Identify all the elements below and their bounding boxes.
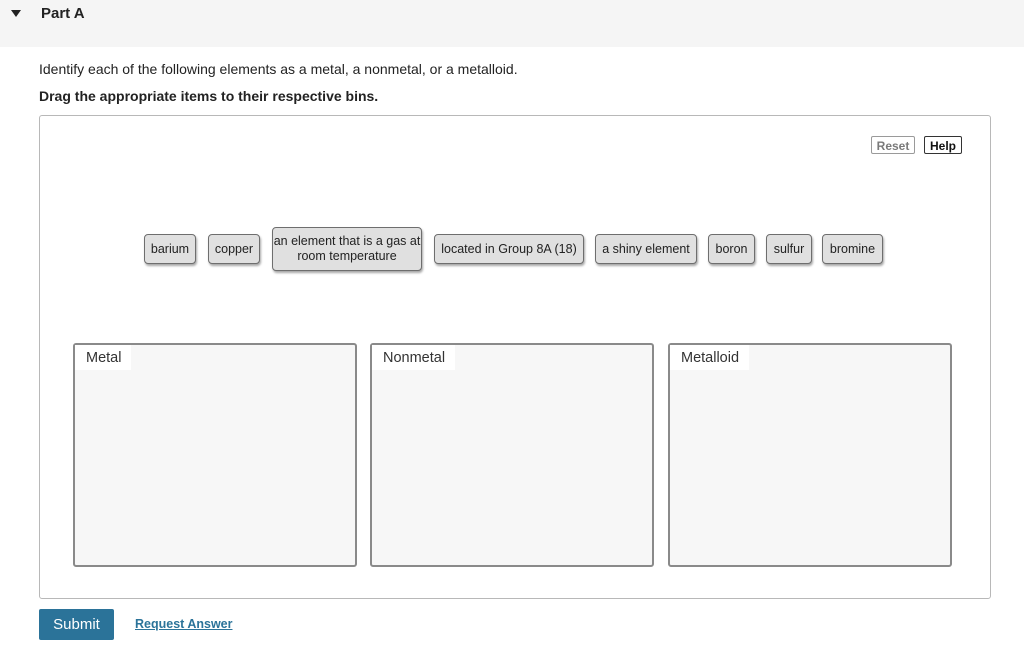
bin-nonmetal[interactable]: Nonmetal: [370, 343, 654, 567]
reset-button[interactable]: Reset: [871, 136, 915, 154]
draggable-item-barium[interactable]: barium: [144, 234, 196, 264]
part-title[interactable]: Part A: [41, 5, 85, 23]
draggable-item-gas-at-room-temperature[interactable]: an element that is a gas at room tempera…: [272, 227, 422, 271]
draggable-item-shiny-element[interactable]: a shiny element: [595, 234, 697, 264]
draggable-item-sulfur[interactable]: sulfur: [766, 234, 812, 264]
draggable-item-boron[interactable]: boron: [708, 234, 755, 264]
help-button[interactable]: Help: [924, 136, 962, 154]
submit-button[interactable]: Submit: [39, 609, 114, 640]
bin-label: Metal: [75, 345, 132, 370]
draggable-item-copper[interactable]: copper: [208, 234, 260, 264]
bin-metal[interactable]: Metal: [73, 343, 357, 567]
bin-label: Metalloid: [670, 345, 750, 370]
drag-instruction: Drag the appropriate items to their resp…: [39, 88, 379, 104]
bin-label: Nonmetal: [372, 345, 456, 370]
draggable-item-bromine[interactable]: bromine: [822, 234, 883, 264]
bin-metalloid[interactable]: Metalloid: [668, 343, 952, 567]
request-answer-link[interactable]: Request Answer: [135, 616, 232, 632]
caret-down-icon[interactable]: [11, 10, 21, 17]
draggable-item-group-8a[interactable]: located in Group 8A (18): [434, 234, 584, 264]
part-header[interactable]: Part A: [0, 0, 1024, 47]
question-instruction: Identify each of the following elements …: [39, 61, 518, 77]
